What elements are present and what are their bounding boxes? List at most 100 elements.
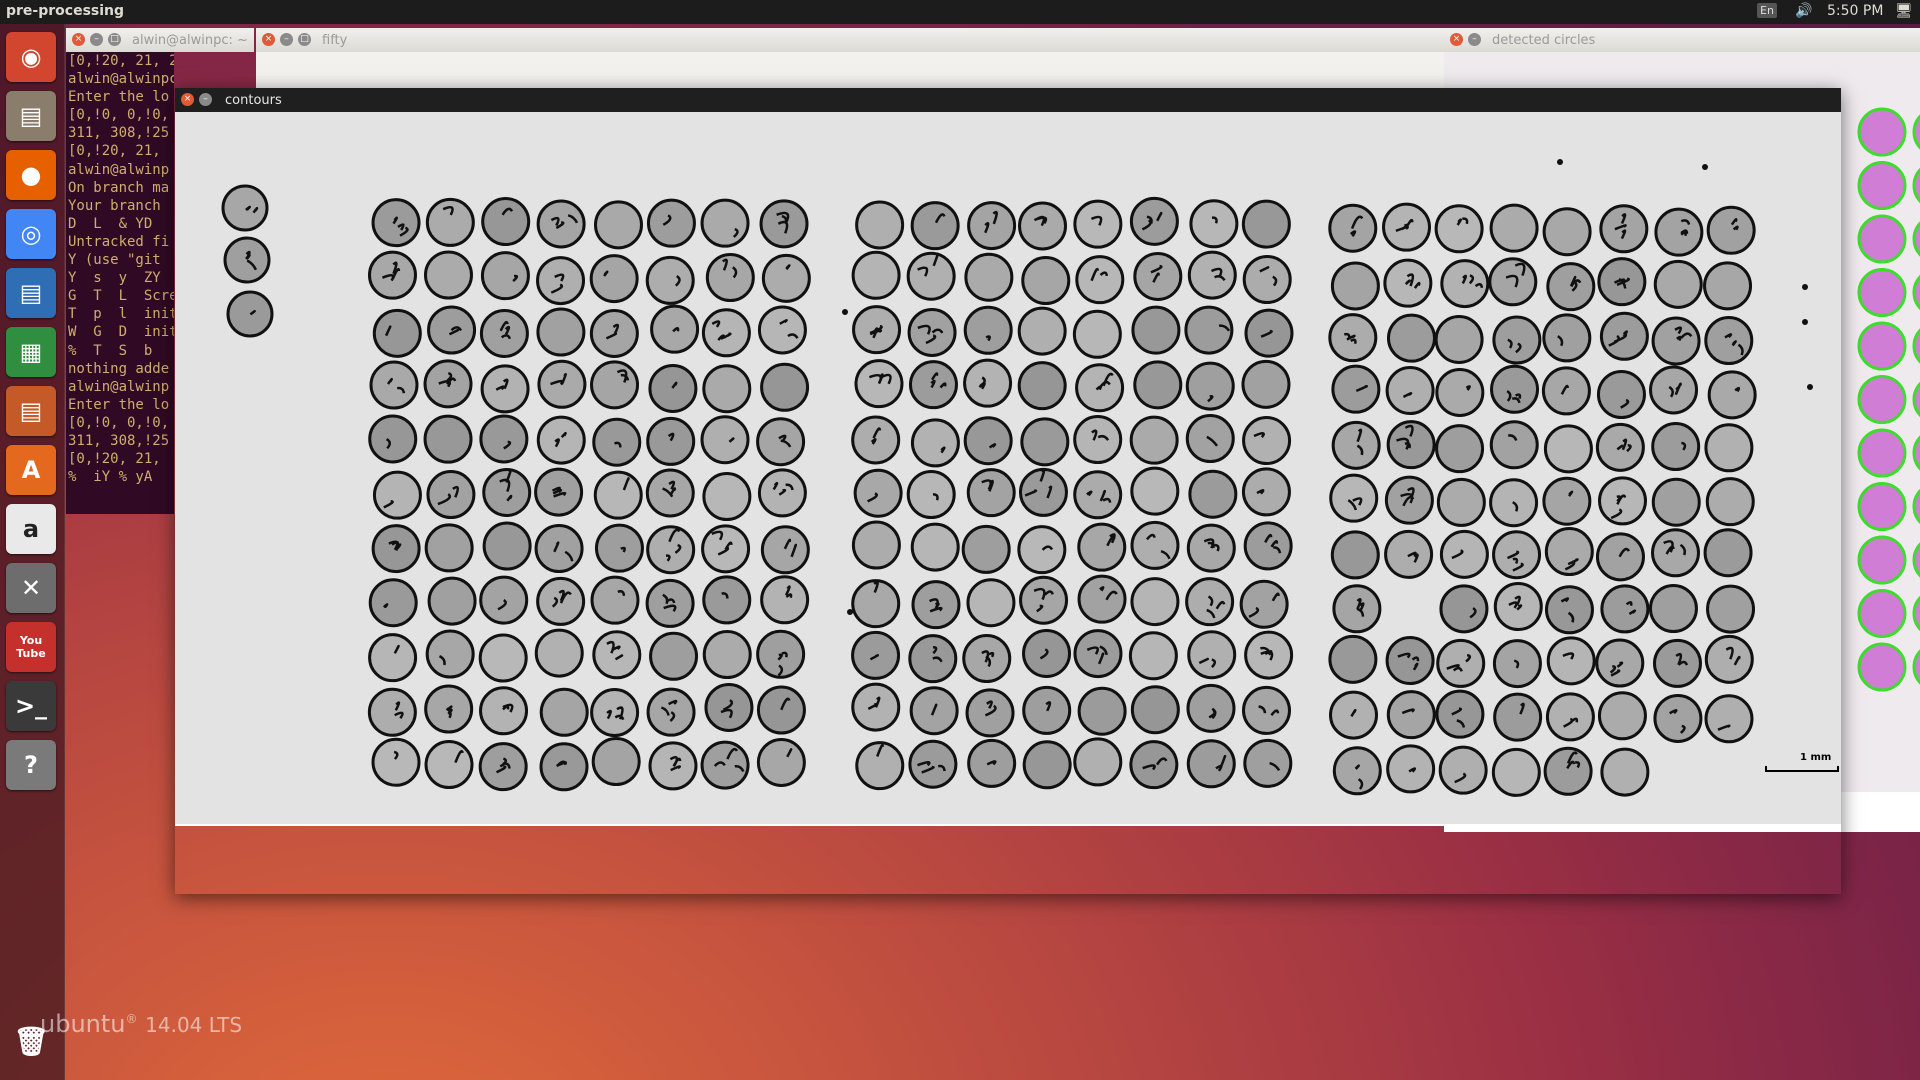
tissue-core (963, 358, 1013, 408)
launcher-youtube-icon[interactable]: You Tube (6, 622, 56, 672)
tissue-core (1073, 737, 1123, 787)
detected-circle (1912, 381, 1920, 418)
launcher-amazon-icon[interactable]: a (6, 504, 56, 554)
scale-bar (1765, 766, 1839, 772)
tissue-core (427, 305, 477, 355)
fifty-window[interactable]: × – □ fifty (256, 28, 1446, 88)
launcher-system-settings-icon[interactable]: ✕ (6, 563, 56, 613)
debris-dot (1702, 164, 1708, 170)
minimize-icon[interactable]: – (1468, 33, 1481, 46)
detected-circle (1857, 161, 1907, 210)
launcher-software-center-icon[interactable]: A (6, 445, 56, 495)
tissue-core (368, 414, 418, 464)
tissue-core (536, 576, 586, 626)
tissue-core (1546, 636, 1596, 686)
tissue-core (1650, 528, 1700, 578)
tissue-core (1017, 525, 1067, 575)
terminal-line: Y s y ZY (68, 270, 161, 287)
terminal-line: Enter the lo (68, 89, 170, 106)
tissue-core (425, 629, 475, 679)
tissue-core (756, 417, 806, 467)
tissue-core (478, 633, 528, 683)
close-icon[interactable]: × (72, 33, 85, 46)
tissue-core (908, 360, 958, 410)
tissue-core (648, 741, 698, 791)
tissue-core (1072, 309, 1122, 359)
tissue-core (480, 364, 530, 414)
close-icon[interactable]: × (181, 93, 194, 106)
tissue-core (482, 521, 532, 571)
tissue-core (906, 470, 956, 520)
session-icon[interactable]: 🖥 (1895, 3, 1913, 19)
terminal-line: [0,!20, 21, 22,!23, 2 (68, 53, 174, 69)
tissue-core (700, 415, 750, 465)
terminal-titlebar[interactable]: × – □ alwin@alwinpc: ~ (66, 28, 254, 52)
launcher-help-icon[interactable]: ? (6, 740, 56, 790)
minimize-icon[interactable]: – (90, 33, 103, 46)
tissue-core (1493, 692, 1543, 742)
tissue-core (906, 251, 956, 301)
fifty-titlebar[interactable]: × – □ fifty (256, 28, 1446, 52)
tissue-core (967, 738, 1017, 788)
tissue-core (1242, 416, 1292, 466)
tissue-core (372, 470, 422, 520)
launcher-chrome-icon[interactable]: ◎ (6, 209, 56, 259)
launcher-files-icon[interactable]: ▤ (6, 91, 56, 141)
minimize-icon[interactable]: – (280, 33, 293, 46)
tissue-core (1328, 313, 1378, 363)
contours-titlebar[interactable]: × – contours (175, 88, 1841, 112)
registered-mark: ® (125, 1012, 138, 1026)
tissue-core (1131, 305, 1181, 355)
tissue-core (966, 468, 1016, 518)
tissue-core (1022, 685, 1072, 735)
ubuntu-branding: ubuntu® 14.04 LTS (40, 1010, 242, 1038)
tissue-core (592, 417, 642, 467)
tissue-core (1596, 370, 1646, 420)
tissue-core (1383, 258, 1433, 308)
tissue-core (425, 197, 475, 247)
debris-dot (847, 609, 853, 615)
tissue-core (1543, 746, 1593, 796)
tissue-core (1241, 685, 1291, 735)
launcher-calc-icon[interactable]: ▦ (6, 327, 56, 377)
launcher-dash-icon[interactable]: ◉ (6, 32, 56, 82)
tissue-core (910, 418, 960, 468)
detected-circles-titlebar[interactable]: × – detected circles (1444, 28, 1920, 52)
terminal-output[interactable]: [0,!20, 21, 22,!23, 2 alwin@alwinpc:~/TMA… (66, 52, 174, 514)
minimize-icon[interactable]: – (199, 93, 212, 106)
tissue-core (1653, 259, 1703, 309)
tissue-core (479, 308, 529, 358)
launcher-terminal-icon[interactable]: >_ (6, 681, 56, 731)
maximize-icon[interactable]: □ (108, 33, 121, 46)
tissue-core (1703, 261, 1753, 311)
contours-window[interactable]: × – contours 1 mm (175, 88, 1841, 894)
volume-icon[interactable]: 🔊 (1795, 3, 1812, 19)
debris-dot (842, 309, 848, 315)
tissue-core (1542, 207, 1592, 257)
tissue-core (700, 740, 750, 790)
keyboard-indicator[interactable]: En (1757, 3, 1777, 18)
clock[interactable]: 5:50 PM (1827, 3, 1883, 19)
launcher-firefox-icon[interactable]: ● (6, 150, 56, 200)
launcher-writer-icon[interactable]: ▤ (6, 268, 56, 318)
terminal-line: D L & YD (68, 215, 153, 232)
tissue-core (534, 628, 584, 678)
tissue-core (1438, 745, 1488, 795)
tissue-core (1704, 694, 1754, 744)
tissue-core (1130, 466, 1180, 516)
tissue-core (1022, 740, 1072, 790)
maximize-icon[interactable]: □ (298, 33, 311, 46)
tissue-core (1434, 314, 1484, 364)
tissue-core (1332, 584, 1382, 634)
tissue-core (1331, 420, 1381, 470)
tissue-core (1545, 692, 1595, 742)
launcher-impress-icon[interactable]: ▤ (6, 386, 56, 436)
tissue-core (646, 687, 696, 737)
tissue-core (1386, 690, 1436, 740)
tissue-core (1243, 521, 1293, 571)
close-icon[interactable]: × (1450, 33, 1463, 46)
tissue-core (1490, 364, 1540, 414)
tissue-core (1597, 257, 1647, 307)
close-icon[interactable]: × (262, 33, 275, 46)
tissue-core (1385, 636, 1435, 686)
